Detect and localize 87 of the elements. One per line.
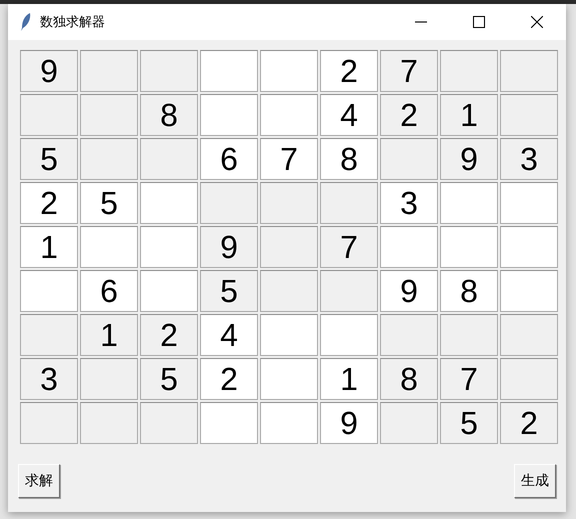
cell-field[interactable]: [140, 402, 198, 444]
cell-field[interactable]: 2: [500, 402, 558, 444]
cell-field[interactable]: [260, 50, 318, 92]
cell-field[interactable]: [260, 182, 318, 224]
cell-field[interactable]: 6: [200, 138, 258, 180]
cell-field[interactable]: 1: [440, 94, 498, 136]
cell-field[interactable]: [500, 50, 558, 92]
cell-field[interactable]: [320, 182, 378, 224]
cell-field[interactable]: [500, 226, 558, 268]
cell-field[interactable]: 3: [380, 182, 438, 224]
cell-field[interactable]: [260, 314, 318, 356]
cell-field[interactable]: 2: [20, 182, 78, 224]
cell-field[interactable]: 5: [20, 138, 78, 180]
cell-field[interactable]: 9: [320, 402, 378, 444]
cell-field[interactable]: 8: [440, 270, 498, 312]
cell-field[interactable]: 3: [20, 358, 78, 400]
cell-field[interactable]: [500, 182, 558, 224]
cell-field[interactable]: 2: [200, 358, 258, 400]
cell-field[interactable]: [80, 138, 138, 180]
cell-field[interactable]: 2: [320, 50, 378, 92]
cell-field[interactable]: [380, 138, 438, 180]
cell-field[interactable]: 7: [440, 358, 498, 400]
cell-field[interactable]: [80, 358, 138, 400]
cell-field[interactable]: [140, 270, 198, 312]
cell-field[interactable]: [80, 94, 138, 136]
cell-field[interactable]: [200, 50, 258, 92]
cell-field[interactable]: [260, 358, 318, 400]
cell-field[interactable]: 5: [200, 270, 258, 312]
cell-field[interactable]: [260, 226, 318, 268]
cell-field[interactable]: 9: [20, 50, 78, 92]
cell-field[interactable]: [200, 94, 258, 136]
cell-field[interactable]: [440, 50, 498, 92]
cell-field[interactable]: 4: [200, 314, 258, 356]
cell-field[interactable]: 1: [80, 314, 138, 356]
cell-field[interactable]: [200, 182, 258, 224]
cell-field[interactable]: [380, 226, 438, 268]
cell-field[interactable]: [20, 94, 78, 136]
cell-field[interactable]: 9: [200, 226, 258, 268]
cell-field[interactable]: 3: [500, 138, 558, 180]
cell-field[interactable]: [380, 314, 438, 356]
cell-field[interactable]: [440, 226, 498, 268]
cell-field[interactable]: [20, 314, 78, 356]
cell-field[interactable]: [20, 402, 78, 444]
cell-field[interactable]: [140, 138, 198, 180]
cell-field[interactable]: [80, 402, 138, 444]
cell-field[interactable]: 8: [140, 94, 198, 136]
cell-field[interactable]: [500, 270, 558, 312]
maximize-icon: [473, 16, 485, 28]
generate-button[interactable]: 生成: [514, 464, 556, 498]
cell-field[interactable]: [320, 314, 378, 356]
cell-field[interactable]: 4: [320, 94, 378, 136]
cell-field[interactable]: 6: [80, 270, 138, 312]
cell-field[interactable]: [140, 50, 198, 92]
cell-field[interactable]: [260, 402, 318, 444]
cell-field[interactable]: 9: [380, 270, 438, 312]
cell-field[interactable]: [500, 94, 558, 136]
cell-field[interactable]: 5: [80, 182, 138, 224]
feather-icon: [20, 12, 32, 32]
cell-field[interactable]: [440, 182, 498, 224]
cell-field[interactable]: 7: [380, 50, 438, 92]
cell-field[interactable]: 2: [380, 94, 438, 136]
cell-field[interactable]: 1: [20, 226, 78, 268]
cell-field[interactable]: [380, 402, 438, 444]
cell-field[interactable]: [80, 226, 138, 268]
cell-field[interactable]: [500, 314, 558, 356]
cell-field[interactable]: [200, 402, 258, 444]
solve-button[interactable]: 求解: [18, 464, 60, 498]
cell-field[interactable]: [260, 94, 318, 136]
cell-field[interactable]: [440, 314, 498, 356]
window-title: 数独求解器: [40, 14, 106, 31]
cell-field[interactable]: [140, 226, 198, 268]
close-icon: [531, 16, 543, 28]
cell-field[interactable]: 7: [260, 138, 318, 180]
cell-field[interactable]: 5: [140, 358, 198, 400]
cell-field[interactable]: [140, 182, 198, 224]
cell-field[interactable]: 7: [320, 226, 378, 268]
cell-field[interactable]: 2: [140, 314, 198, 356]
cell-field[interactable]: [320, 270, 378, 312]
cell-field[interactable]: 5: [440, 402, 498, 444]
cell-field[interactable]: 8: [320, 138, 378, 180]
cell-field[interactable]: [20, 270, 78, 312]
cell-field[interactable]: [260, 270, 318, 312]
cell-field[interactable]: 8: [380, 358, 438, 400]
cell-field[interactable]: [80, 50, 138, 92]
cell-field[interactable]: 1: [320, 358, 378, 400]
cell-field[interactable]: [500, 358, 558, 400]
cell-field[interactable]: 9: [440, 138, 498, 180]
